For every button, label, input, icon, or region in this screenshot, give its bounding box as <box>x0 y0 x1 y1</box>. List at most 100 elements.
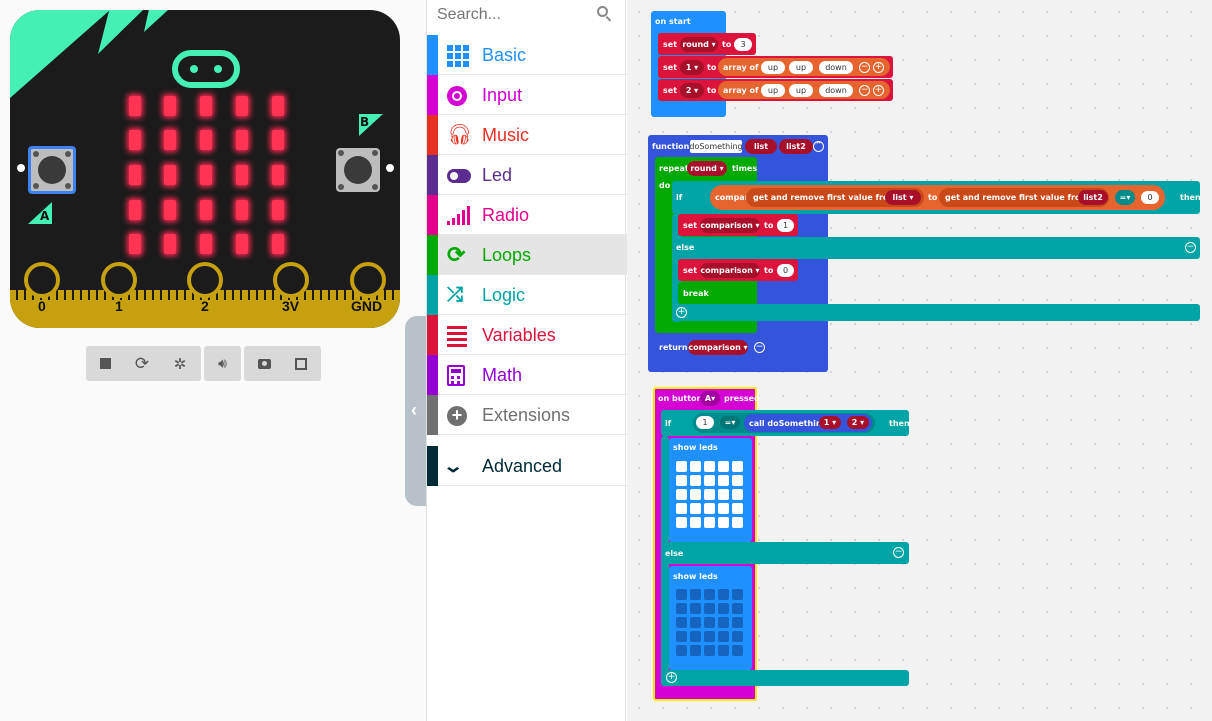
fullscreen-button[interactable] <box>284 346 318 381</box>
led-grid-all-on[interactable] <box>676 461 743 528</box>
pressed-label: pressed <box>724 394 760 403</box>
plus-icon[interactable]: + <box>873 62 884 73</box>
category-label: Led <box>482 165 513 185</box>
mute-button[interactable]: 🔊︎ <box>204 346 241 381</box>
pin-2[interactable] <box>187 262 223 298</box>
string-value[interactable]: up <box>789 84 813 97</box>
button-a[interactable] <box>28 146 76 194</box>
repeat-label: repeat <box>659 164 689 173</box>
eq-dropdown[interactable]: = ▾ <box>1115 190 1135 205</box>
string-value[interactable]: up <box>789 61 813 74</box>
pin-0[interactable] <box>24 262 60 298</box>
stop-button[interactable] <box>88 346 122 381</box>
category-advanced[interactable]: ⌄ Advanced <box>427 446 627 486</box>
chevron-left-icon: ‹ <box>411 400 417 420</box>
minus-icon[interactable]: − <box>893 547 904 558</box>
get-remove-first-label: get and remove first value from <box>945 193 1089 202</box>
category-variables[interactable]: Variables <box>427 315 627 355</box>
one-value[interactable]: 1 <box>696 416 714 429</box>
var1-dropdown[interactable]: 1 ▾ <box>680 60 704 75</box>
set-label: set <box>663 86 678 95</box>
category-label: Radio <box>482 205 530 225</box>
round-variable-dropdown[interactable]: round ▾ <box>687 161 727 176</box>
category-input[interactable]: Input <box>427 75 627 115</box>
pin-gnd[interactable] <box>350 262 386 298</box>
function-keyword: function <box>652 142 690 151</box>
round-value[interactable]: 3 <box>734 38 752 51</box>
search-box[interactable] <box>427 0 627 32</box>
grid-icon <box>447 45 469 67</box>
led <box>129 234 141 254</box>
board-hole <box>386 164 394 172</box>
pin-3v[interactable] <box>273 262 309 298</box>
led <box>200 96 212 116</box>
toolbox: Basic Input 🎧︎ Music Led Radio ⟳ Loops ⤮… <box>426 0 627 721</box>
one-value[interactable]: 1 <box>777 219 794 232</box>
to-label: to <box>764 221 774 230</box>
to-label: to <box>707 63 717 72</box>
minus-icon[interactable]: − <box>859 62 870 73</box>
set-label: set <box>663 40 678 49</box>
category-music[interactable]: 🎧︎ Music <box>427 115 627 155</box>
category-math[interactable]: Math <box>427 355 627 395</box>
break-label: break <box>683 289 709 298</box>
to-label: to <box>928 193 938 202</box>
button-a-label: A <box>40 209 50 223</box>
simulator-panel: A B 0 1 2 3V GND ⟳ ✲ 🔊︎ ‹ <box>0 0 427 721</box>
minus-icon[interactable]: − <box>754 342 765 353</box>
blocks-workspace[interactable]: on start set round ▾ to 3 set 1 ▾ to arr… <box>627 0 1212 721</box>
led <box>200 234 212 254</box>
button-dropdown[interactable]: A ▾ <box>700 391 720 406</box>
comparison-dropdown[interactable]: comparison ▾ <box>700 263 760 278</box>
led <box>129 96 141 116</box>
debug-button[interactable]: ✲ <box>163 346 197 381</box>
param-list2[interactable]: list2 <box>779 139 813 154</box>
var2-dropdown[interactable]: 2 ▾ <box>680 83 704 98</box>
led <box>200 130 212 150</box>
category-radio[interactable]: Radio <box>427 195 627 235</box>
category-label: Variables <box>482 325 556 345</box>
string-value[interactable]: down <box>819 61 853 74</box>
comparison-dropdown[interactable]: comparison ▾ <box>700 218 760 233</box>
set-label: set <box>683 221 698 230</box>
category-logic[interactable]: ⤮ Logic <box>427 275 627 315</box>
headphones-icon: 🎧︎ <box>447 124 473 146</box>
arg1-dropdown[interactable]: 1 ▾ <box>819 416 841 429</box>
button-b[interactable] <box>336 148 380 192</box>
if-footer <box>672 304 1200 321</box>
plus-icon[interactable]: + <box>676 307 687 318</box>
category-led[interactable]: Led <box>427 155 627 195</box>
led-grid-all-off[interactable] <box>676 589 743 656</box>
arg2-dropdown[interactable]: 2 ▾ <box>847 416 869 429</box>
eq-dropdown[interactable]: = ▾ <box>720 416 740 429</box>
string-value[interactable]: up <box>761 61 785 74</box>
param-list[interactable]: list <box>745 139 777 154</box>
collapse-simulator-handle[interactable]: ‹ <box>405 316 427 506</box>
screenshot-button[interactable] <box>247 346 281 381</box>
pin-label: 0 <box>38 298 46 314</box>
string-value[interactable]: up <box>761 84 785 97</box>
pin-label: GND <box>351 298 383 314</box>
list-dropdown[interactable]: list ▾ <box>885 190 921 205</box>
category-loops[interactable]: ⟳ Loops <box>427 235 627 275</box>
plus-icon[interactable]: + <box>873 85 884 96</box>
category-basic[interactable]: Basic <box>427 35 627 75</box>
to-label: to <box>707 86 717 95</box>
restart-button[interactable]: ⟳ <box>125 346 159 381</box>
round-variable-dropdown[interactable]: round ▾ <box>680 37 718 52</box>
function-name-input[interactable]: doSomething <box>689 140 743 153</box>
category-extensions[interactable]: + Extensions <box>427 395 627 435</box>
led <box>236 96 248 116</box>
zero-value[interactable]: 0 <box>777 264 794 277</box>
collapse-icon[interactable]: ⌃ <box>813 141 824 152</box>
search-input[interactable] <box>437 4 597 26</box>
plus-icon[interactable]: + <box>666 672 677 683</box>
list2-variable[interactable]: list2 <box>1078 190 1108 205</box>
category-label: Input <box>482 85 523 105</box>
string-value[interactable]: down <box>819 84 853 97</box>
pin-1[interactable] <box>101 262 137 298</box>
minus-icon[interactable]: − <box>1185 242 1196 253</box>
comparison-dropdown[interactable]: comparison ▾ <box>688 340 748 355</box>
minus-icon[interactable]: − <box>859 85 870 96</box>
zero-value[interactable]: 0 <box>1141 191 1159 204</box>
